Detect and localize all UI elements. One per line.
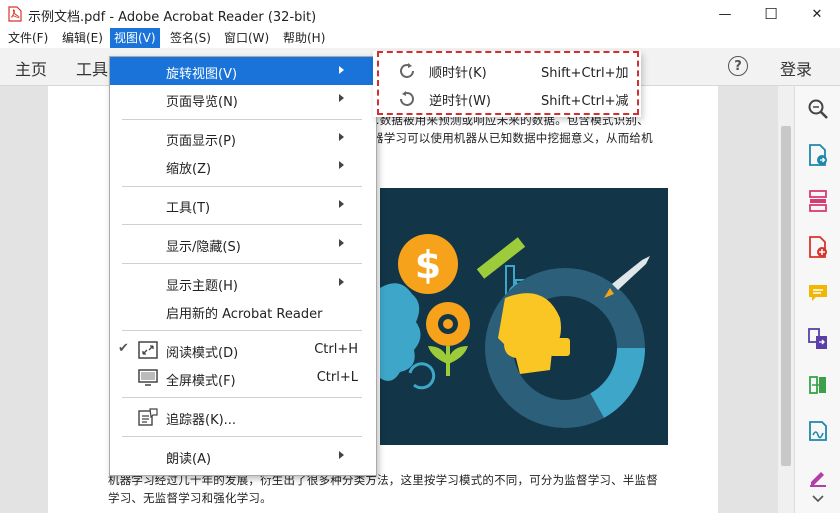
comment-icon[interactable] [805, 280, 831, 306]
submenu-arrow-icon [339, 200, 344, 208]
menu-item-label: 追踪器(K)... [166, 413, 237, 428]
reading-mode-icon [138, 341, 158, 359]
export-pdf-icon[interactable] [805, 142, 831, 168]
menu-separator [122, 119, 362, 120]
full-screen-icon [138, 369, 158, 386]
pdf-file-icon [8, 6, 22, 22]
menu-item-label: 缩放(Z) [166, 162, 212, 177]
scrollbar-thumb[interactable] [781, 126, 791, 466]
menu-item-tools[interactable]: 工具(T) [110, 191, 376, 219]
menu-item-label: 页面显示(P) [166, 134, 236, 149]
menu-item-show-hide[interactable]: 显示/隐藏(S) [110, 230, 376, 258]
submenu-arrow-icon [339, 239, 344, 247]
help-icon[interactable]: ? [728, 56, 748, 76]
menu-separator [122, 436, 362, 437]
submenu-arrow-icon [339, 133, 344, 141]
login-button[interactable]: 登录 [780, 56, 812, 80]
menu-separator [122, 263, 362, 264]
send-for-signature-icon[interactable] [805, 418, 831, 444]
doc-text-line: 器学习可以使用机器从已知数据中挖掘意义，从而给机 [372, 131, 653, 145]
zoom-search-icon[interactable] [805, 96, 831, 122]
menu-separator [122, 330, 362, 331]
rotate-clockwise-icon [400, 63, 414, 78]
menu-separator [122, 186, 362, 187]
menu-item-label: 全屏模式(F) [166, 374, 236, 389]
menu-separator [122, 224, 362, 225]
minimize-icon: — [718, 6, 732, 22]
menu-item-reading-mode[interactable]: ✔ 阅读模式(D) Ctrl+H [110, 336, 376, 364]
menu-item-enable-new-reader[interactable]: 启用新的 Acrobat Reader [110, 297, 376, 325]
menu-item-shortcut: Ctrl+L [316, 370, 358, 385]
menu-item-rotate-view[interactable]: 旋转视图(V) [110, 57, 376, 85]
menu-sign[interactable]: 签名(S) [166, 28, 215, 48]
close-icon: ✕ [811, 6, 823, 22]
minimize-button[interactable]: — [702, 0, 748, 28]
submenu-arrow-icon [339, 161, 344, 169]
svg-text:$: $ [415, 243, 441, 287]
maximize-button[interactable]: ☐ [748, 0, 794, 28]
rotate-view-submenu: 顺时针(K) Shift+Ctrl+加 逆时针(W) Shift+Ctrl+减 [373, 51, 641, 117]
menu-file[interactable]: 文件(F) [4, 28, 52, 48]
doc-text-line: 学习、无监督学习和强化学习。 [108, 491, 272, 505]
menu-item-label: 阅读模式(D) [166, 346, 239, 361]
machine-learning-illustration-icon: $ [380, 234, 650, 428]
menu-item-label: 逆时针(W) [429, 94, 491, 109]
menu-item-label: 顺时针(K) [429, 66, 487, 81]
menu-item-label: 工具(T) [166, 201, 211, 216]
help-icon-glyph: ? [734, 58, 742, 74]
maximize-icon: ☐ [764, 5, 778, 23]
tracker-icon [138, 408, 158, 426]
menu-item-page-navigation[interactable]: 页面导览(N) [110, 85, 376, 113]
menu-item-display-theme[interactable]: 显示主题(H) [110, 269, 376, 297]
submenu-arrow-icon [339, 94, 344, 102]
menu-item-read-aloud[interactable]: 朗读(A) [110, 442, 376, 470]
view-menu: 旋转视图(V) 页面导览(N) 页面显示(P) 缩放(Z) 工具(T) 显示/隐… [109, 56, 377, 476]
menu-item-shortcut: Ctrl+H [314, 342, 358, 357]
organize-pages-icon[interactable] [805, 188, 831, 214]
menu-item-page-display[interactable]: 页面显示(P) [110, 124, 376, 152]
menu-item-label: 朗读(A) [166, 452, 212, 467]
close-button[interactable]: ✕ [794, 0, 840, 28]
menu-item-shortcut: Shift+Ctrl+减 [541, 94, 629, 109]
menu-item-label: 显示/隐藏(S) [166, 240, 241, 255]
menu-bar: 文件(F) 编辑(E) 视图(V) 签名(S) 窗口(W) 帮助(H) [0, 28, 840, 48]
combine-files-icon[interactable] [805, 326, 831, 352]
submenu-arrow-icon [339, 278, 344, 286]
compare-files-icon[interactable] [805, 372, 831, 398]
rotate-counterclockwise-icon [400, 91, 414, 106]
tab-tools[interactable]: 工具 [76, 56, 108, 80]
menu-item-label: 启用新的 Acrobat Reader [166, 307, 323, 322]
menu-item-full-screen[interactable]: 全屏模式(F) Ctrl+L [110, 364, 376, 392]
submenu-arrow-icon [339, 451, 344, 459]
checkmark-icon: ✔ [118, 341, 129, 356]
menu-item-label: 旋转视图(V) [166, 67, 238, 82]
fill-sign-icon[interactable] [805, 464, 831, 490]
menu-help[interactable]: 帮助(H) [279, 28, 329, 48]
right-tools-panel [794, 86, 840, 513]
menu-separator [122, 397, 362, 398]
menu-view[interactable]: 视图(V) [110, 28, 160, 48]
menu-item-label: 页面导览(N) [166, 95, 238, 110]
menu-item-label: 显示主题(H) [166, 279, 238, 294]
menu-item-rotate-counterclockwise[interactable]: 逆时针(W) Shift+Ctrl+减 [387, 85, 635, 111]
chevron-down-icon[interactable] [811, 492, 825, 506]
create-pdf-icon[interactable] [805, 234, 831, 260]
window-title: 示例文档.pdf - Adobe Acrobat Reader (32-bit) [28, 10, 317, 25]
menu-edit[interactable]: 编辑(E) [58, 28, 107, 48]
menu-item-shortcut: Shift+Ctrl+加 [541, 66, 629, 81]
submenu-arrow-icon [339, 66, 344, 74]
title-bar: 示例文档.pdf - Adobe Acrobat Reader (32-bit)… [0, 0, 840, 28]
menu-item-rotate-clockwise[interactable]: 顺时针(K) Shift+Ctrl+加 [387, 57, 635, 83]
vertical-scrollbar[interactable] [778, 86, 794, 513]
menu-item-tracker[interactable]: 追踪器(K)... [110, 403, 376, 431]
tab-home[interactable]: 主页 [15, 56, 47, 80]
document-illustration: $ [380, 188, 668, 445]
menu-item-zoom[interactable]: 缩放(Z) [110, 152, 376, 180]
menu-window[interactable]: 窗口(W) [220, 28, 273, 48]
